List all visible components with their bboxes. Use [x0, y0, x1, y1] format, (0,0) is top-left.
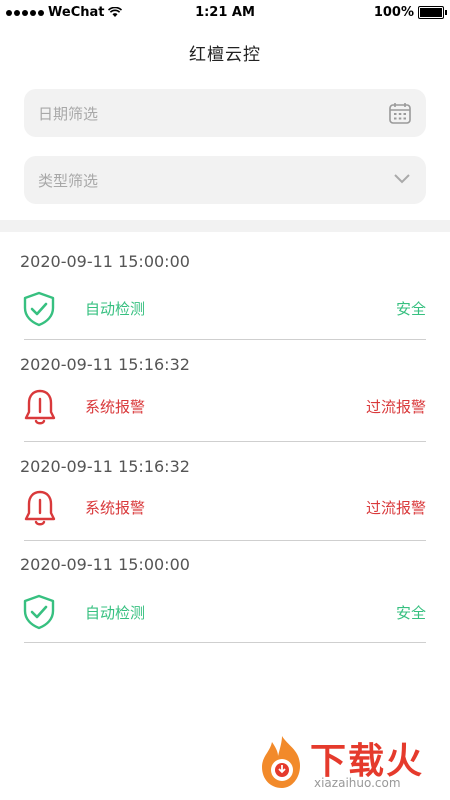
record-type: 系统报警 — [85, 499, 146, 517]
calendar-icon — [389, 103, 411, 124]
record-type: 自动检测 — [85, 604, 146, 622]
status-bar: WeChat 1:21 AM 100% — [0, 0, 450, 26]
watermark: 下载火 xiazaihuo.com — [254, 732, 444, 796]
page-title: 红檀云控 — [189, 45, 261, 65]
record-time: 2020-09-11 15:16:32 — [20, 355, 190, 374]
battery-icon — [418, 6, 447, 19]
shield-check-icon — [23, 594, 55, 630]
row-divider — [24, 441, 426, 442]
date-filter-placeholder: 日期筛选 — [38, 105, 99, 123]
record-time: 2020-09-11 15:00:00 — [20, 555, 190, 574]
row-divider — [24, 642, 426, 643]
record-time: 2020-09-11 15:16:32 — [20, 457, 190, 476]
list-item[interactable]: 2020-09-11 15:16:32 系统报警 过流报警 — [0, 457, 450, 557]
record-status: 过流报警 — [365, 398, 426, 416]
record-type: 自动检测 — [85, 300, 146, 318]
list-item[interactable]: 2020-09-11 15:16:32 系统报警 过流报警 — [0, 355, 450, 455]
type-filter-placeholder: 类型筛选 — [38, 172, 99, 190]
bell-icon — [24, 389, 56, 425]
chevron-down-icon — [394, 174, 410, 184]
list-item[interactable]: 2020-09-11 15:00:00 自动检测 安全 — [0, 252, 450, 352]
row-divider — [24, 540, 426, 541]
record-type: 系统报警 — [85, 398, 146, 416]
flame-logo-icon — [262, 736, 300, 788]
date-filter[interactable]: 日期筛选 — [24, 89, 426, 137]
watermark-sub: xiazaihuo.com — [314, 776, 401, 790]
battery-label: 100% — [373, 5, 414, 20]
list-item[interactable]: 2020-09-11 15:00:00 自动检测 安全 — [0, 555, 450, 655]
section-divider — [0, 220, 450, 232]
record-status: 安全 — [395, 604, 426, 622]
shield-check-icon — [23, 291, 55, 327]
status-bar-right: 100% — [373, 5, 447, 20]
type-filter[interactable]: 类型筛选 — [24, 156, 426, 204]
bell-icon — [24, 490, 56, 526]
record-status: 过流报警 — [365, 499, 426, 517]
record-status: 安全 — [395, 300, 426, 318]
record-time: 2020-09-11 15:00:00 — [20, 252, 190, 271]
row-divider — [24, 339, 426, 340]
